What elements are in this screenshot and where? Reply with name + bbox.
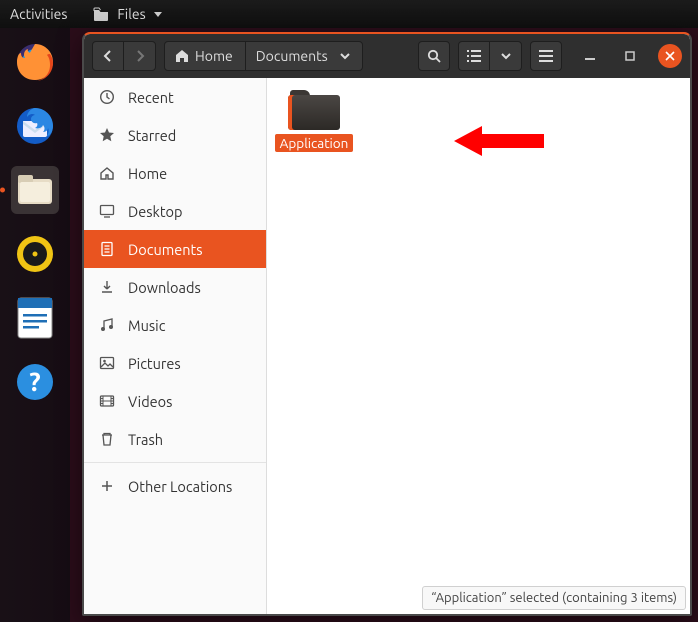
headerbar: Home Documents (84, 34, 690, 78)
clock-icon (98, 89, 116, 105)
chevron-down-icon (501, 51, 511, 61)
status-bar: “Application” selected (containing 3 ite… (422, 586, 686, 610)
music-icon (98, 317, 116, 333)
plus-icon (98, 478, 116, 494)
gnome-top-panel: Activities Files (0, 0, 698, 28)
path-current[interactable]: Documents (246, 41, 363, 71)
chevron-right-icon (134, 50, 146, 62)
sidebar-item-pictures[interactable]: Pictures (84, 344, 266, 382)
sidebar-separator (84, 462, 266, 463)
desktop-icon (98, 203, 116, 219)
minimize-icon (585, 51, 595, 61)
chevron-down-icon (154, 12, 162, 17)
status-text: “Application” selected (containing 3 ite… (431, 591, 677, 605)
download-icon (98, 279, 116, 295)
sidebar-label: Trash (128, 431, 163, 448)
chevron-down-icon (340, 51, 350, 61)
list-icon (467, 50, 481, 62)
svg-text:?: ? (29, 367, 40, 396)
sidebar-item-videos[interactable]: Videos (84, 382, 266, 420)
sidebar-label: Starred (128, 127, 176, 144)
sidebar-item-trash[interactable]: Trash (84, 420, 266, 458)
search-icon (427, 49, 441, 63)
list-view-button[interactable] (458, 41, 490, 71)
activities-label: Activities (10, 6, 67, 22)
hamburger-menu-button[interactable] (530, 41, 562, 71)
close-button[interactable] (658, 44, 682, 68)
close-icon (665, 51, 675, 61)
sidebar-item-documents[interactable]: Documents (84, 230, 266, 268)
folder-item[interactable]: Application (275, 86, 353, 156)
dock-app-writer[interactable] (11, 294, 59, 342)
app-menu-files[interactable]: Files (93, 6, 161, 22)
files-window: Home Documents (82, 32, 692, 616)
sidebar-label: Documents (128, 241, 203, 258)
sidebar-item-recent[interactable]: Recent (84, 78, 266, 116)
sidebar-item-other-locations[interactable]: Other Locations (84, 467, 266, 505)
content-area[interactable]: Application “Application” selected (cont… (267, 78, 690, 614)
sidebar-label: Pictures (128, 355, 181, 372)
folder-icon (288, 90, 340, 130)
maximize-button[interactable] (618, 44, 642, 68)
activities-button[interactable]: Activities (10, 6, 67, 22)
sidebar-label: Downloads (128, 279, 201, 296)
hamburger-icon (539, 50, 553, 62)
path-current-label: Documents (256, 48, 328, 64)
sidebar-label: Videos (128, 393, 172, 410)
sidebar-item-downloads[interactable]: Downloads (84, 268, 266, 306)
sidebar-item-music[interactable]: Music (84, 306, 266, 344)
chevron-left-icon (102, 50, 114, 62)
folder-icon (93, 7, 109, 21)
dock: ? (0, 28, 70, 622)
path-home[interactable]: Home (164, 41, 246, 71)
documents-icon (98, 241, 116, 257)
sidebar-item-starred[interactable]: Starred (84, 116, 266, 154)
home-icon (98, 165, 116, 181)
pathbar: Home Documents (164, 41, 363, 71)
trash-icon (98, 431, 116, 447)
search-button[interactable] (418, 41, 450, 71)
sidebar-label: Other Locations (128, 478, 232, 495)
maximize-icon (625, 51, 635, 61)
home-icon (175, 49, 189, 63)
sidebar-label: Recent (128, 89, 174, 106)
dock-app-firefox[interactable] (11, 38, 59, 86)
dock-app-files[interactable] (11, 166, 59, 214)
dock-app-help[interactable]: ? (11, 358, 59, 406)
forward-button[interactable] (124, 41, 156, 71)
back-button[interactable] (92, 41, 124, 71)
app-menu-label: Files (117, 6, 145, 22)
sidebar-item-home[interactable]: Home (84, 154, 266, 192)
sidebar: Recent Starred Home Desktop Documents Do… (84, 78, 267, 614)
sidebar-label: Home (128, 165, 167, 182)
dock-app-thunderbird[interactable] (11, 102, 59, 150)
sidebar-item-desktop[interactable]: Desktop (84, 192, 266, 230)
dock-app-music[interactable] (11, 230, 59, 278)
star-icon (98, 127, 116, 143)
minimize-button[interactable] (578, 44, 602, 68)
view-options-button[interactable] (490, 41, 522, 71)
sidebar-label: Music (128, 317, 165, 334)
nav-buttons (92, 41, 156, 71)
pictures-icon (98, 355, 116, 371)
sidebar-label: Desktop (128, 203, 182, 220)
folder-label: Application (275, 134, 354, 152)
path-home-label: Home (195, 48, 233, 64)
videos-icon (98, 393, 116, 409)
